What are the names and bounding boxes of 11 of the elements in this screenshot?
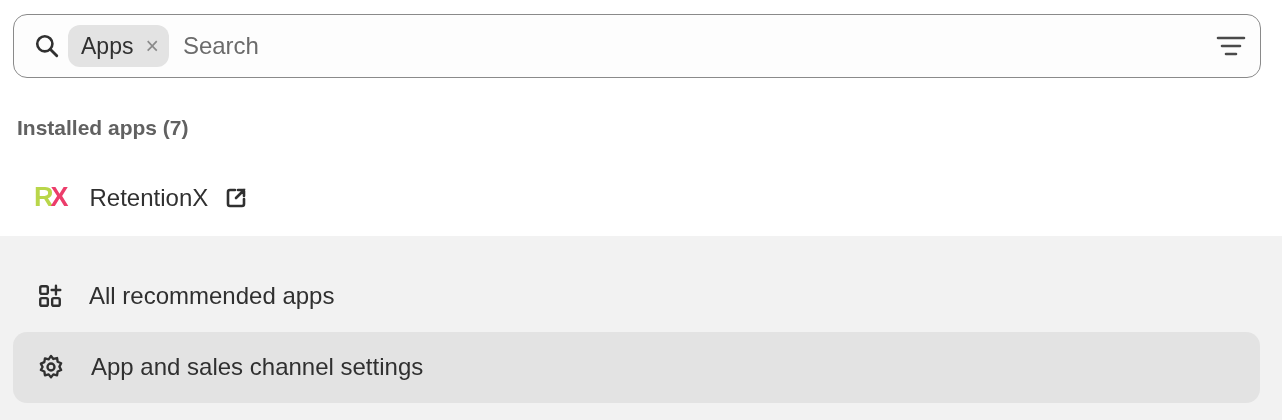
filter-chip[interactable]: Apps × xyxy=(68,24,169,68)
app-logo: RX xyxy=(34,181,66,215)
add-grid-icon xyxy=(37,283,63,309)
section-heading: Installed apps (7) xyxy=(17,115,190,141)
search-field[interactable]: Apps × Search xyxy=(13,14,1261,78)
menu-item[interactable]: All recommended apps xyxy=(13,260,1260,332)
menu-item[interactable]: App and sales channel settings xyxy=(13,331,1260,403)
app-link[interactable]: RetentionX xyxy=(89,179,209,216)
settings-icon xyxy=(37,353,65,381)
filter-icon[interactable] xyxy=(1216,35,1246,57)
search-icon xyxy=(34,33,60,59)
